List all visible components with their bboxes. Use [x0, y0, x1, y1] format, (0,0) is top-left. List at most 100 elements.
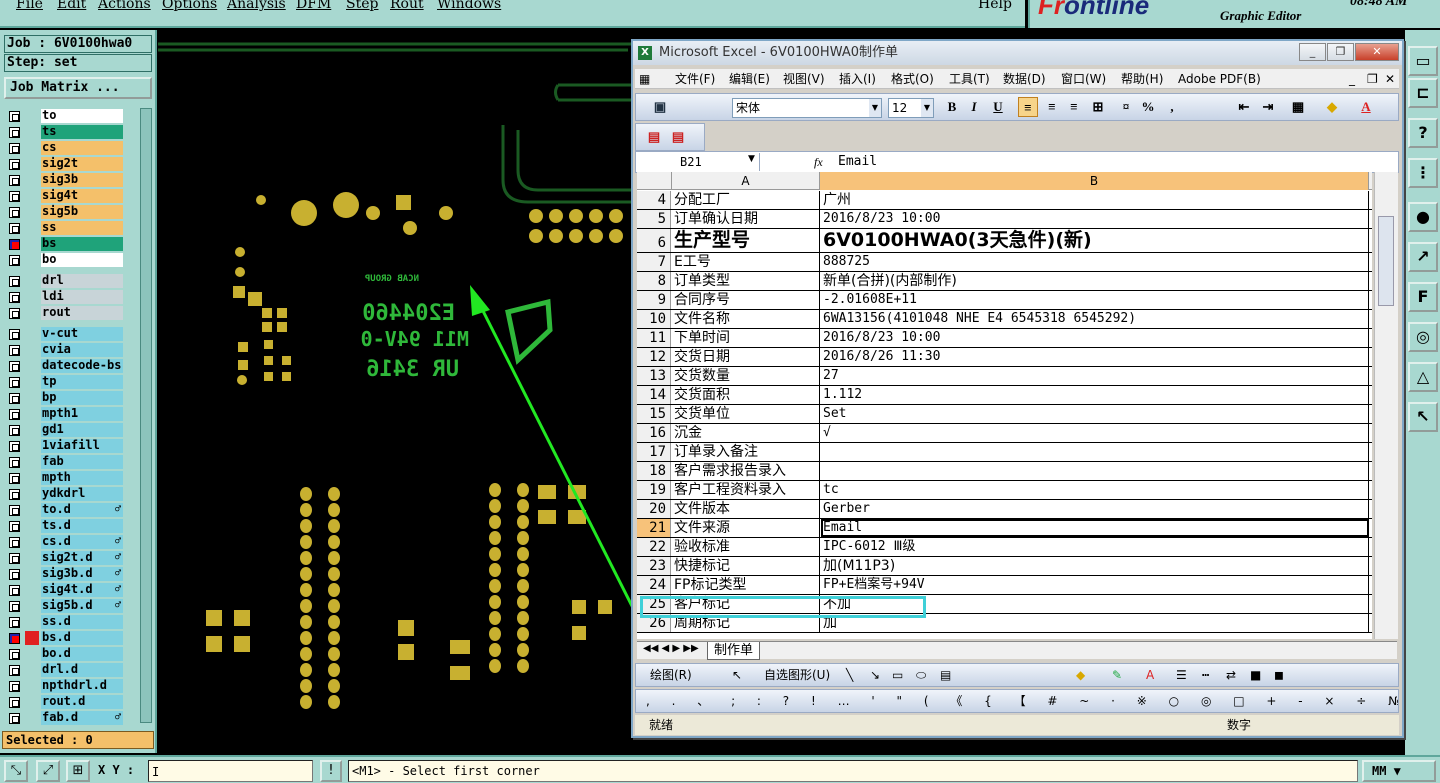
- row-number[interactable]: 18: [637, 462, 671, 480]
- vertical-scrollbar[interactable]: [1374, 172, 1398, 639]
- row-number[interactable]: 21: [637, 519, 671, 537]
- 3d-icon[interactable]: ◼: [1274, 664, 1284, 686]
- cell-a[interactable]: 验收标准: [672, 538, 820, 556]
- align-right-icon[interactable]: ≡: [1064, 97, 1084, 117]
- cell-b[interactable]: Email: [821, 519, 1369, 537]
- layer-checkbox[interactable]: [9, 521, 20, 532]
- layer-row[interactable]: ydkdrl: [5, 486, 125, 502]
- row-number[interactable]: 24: [637, 576, 671, 594]
- layer-checkbox[interactable]: [9, 713, 20, 724]
- layer-row[interactable]: bo.d: [5, 646, 125, 662]
- layer-row[interactable]: drl: [5, 273, 125, 289]
- layer-checkbox[interactable]: [9, 457, 20, 468]
- zoom-area-icon[interactable]: ⤢: [36, 760, 60, 782]
- layer-checkbox[interactable]: [9, 681, 20, 692]
- menu-analysis[interactable]: Analysis: [227, 0, 286, 12]
- row-number[interactable]: 17: [637, 443, 671, 461]
- restore-button[interactable]: ❐: [1327, 43, 1354, 61]
- indent-icon[interactable]: ⇤: [1234, 97, 1254, 117]
- cell-a[interactable]: 订单确认日期: [672, 210, 820, 228]
- text-color-icon[interactable]: A: [1146, 664, 1154, 686]
- cell-b[interactable]: Gerber: [821, 500, 1369, 518]
- size-select[interactable]: 12 ▼: [888, 98, 934, 118]
- excel-menu-data[interactable]: 数据(D): [1003, 69, 1046, 89]
- layer-row[interactable]: sig2t: [5, 156, 125, 172]
- layer-row[interactable]: rout.d: [5, 694, 125, 710]
- layer-list-scrollbar[interactable]: [140, 108, 152, 723]
- doc-restore-icon[interactable]: ❐: [1367, 69, 1378, 89]
- layer-checkbox[interactable]: [9, 585, 20, 596]
- fx-icon[interactable]: fx: [814, 153, 823, 171]
- scroll-thumb[interactable]: [1378, 216, 1394, 306]
- cell-a[interactable]: 订单录入备注: [672, 443, 820, 461]
- outdent-icon[interactable]: ⇥: [1258, 97, 1278, 117]
- cell-b[interactable]: FP+E档案号+94V: [821, 576, 1369, 594]
- excel-menu-view[interactable]: 视图(V): [783, 69, 825, 89]
- row-number[interactable]: 16: [637, 424, 671, 442]
- row-number[interactable]: 13: [637, 367, 671, 385]
- row-number[interactable]: 20: [637, 500, 671, 518]
- layer-checkbox[interactable]: [9, 377, 20, 388]
- layer-row[interactable]: ss: [5, 220, 125, 236]
- row-number[interactable]: 10: [637, 310, 671, 328]
- layer-row[interactable]: sig5b.d ♂: [5, 598, 125, 614]
- layer-checkbox[interactable]: [9, 633, 20, 644]
- cell-b[interactable]: 27: [821, 367, 1369, 385]
- layer-name[interactable]: drl: [41, 274, 123, 288]
- cell-a[interactable]: 文件名称: [672, 310, 820, 328]
- layer-name[interactable]: mpth: [41, 471, 123, 485]
- font-color-icon[interactable]: A: [1356, 97, 1376, 117]
- save-icon[interactable]: ▣: [650, 97, 670, 117]
- layer-row[interactable]: ts: [5, 124, 125, 140]
- layer-checkbox[interactable]: [9, 276, 20, 287]
- comma-icon[interactable]: ,: [1162, 97, 1182, 117]
- help-icon[interactable]: ?: [1408, 118, 1438, 148]
- layer-row[interactable]: npthdrl.d: [5, 678, 125, 694]
- layer-name[interactable]: mpth1: [41, 407, 123, 421]
- layer-name[interactable]: sig2t: [41, 157, 123, 171]
- layer-row[interactable]: rout: [5, 305, 125, 321]
- measure-icon[interactable]: ↗: [1408, 242, 1438, 272]
- name-box[interactable]: B21: [640, 153, 760, 171]
- close-button[interactable]: ✕: [1355, 43, 1399, 61]
- merge-icon[interactable]: ⊞: [1088, 97, 1108, 117]
- layer-name[interactable]: sig3b: [41, 173, 123, 187]
- cell-a[interactable]: 交货数量: [672, 367, 820, 385]
- doc-close-icon[interactable]: ✕: [1385, 69, 1395, 89]
- excel-menu-insert[interactable]: 插入(I): [839, 69, 876, 89]
- cell-b[interactable]: -2.01608E+11: [821, 291, 1369, 309]
- layer-checkbox[interactable]: [9, 239, 20, 250]
- layer-checkbox[interactable]: [9, 223, 20, 234]
- cell-a[interactable]: 合同序号: [672, 291, 820, 309]
- cell-a[interactable]: 客户工程资料录入: [672, 481, 820, 499]
- font-select[interactable]: 宋体 ▼: [732, 98, 882, 118]
- row-number[interactable]: 23: [637, 557, 671, 575]
- layer-row[interactable]: bo: [5, 252, 125, 268]
- rectangle-icon[interactable]: ▭: [892, 664, 903, 686]
- layer-row[interactable]: sig2t.d ♂: [5, 550, 125, 566]
- grid-icon[interactable]: ⊞: [66, 760, 90, 782]
- layer-name[interactable]: tp: [41, 375, 123, 389]
- excel-menu-format[interactable]: 格式(O): [891, 69, 934, 89]
- xy-input[interactable]: I: [148, 760, 313, 782]
- layer-checkbox[interactable]: [9, 159, 20, 170]
- formula-input[interactable]: Email: [838, 153, 877, 171]
- spreadsheet-grid[interactable]: A B 4 分配工厂 广州 5 订单确认日期 2016/8/23 10:00 6 生产型号 6V…: [637, 172, 1372, 639]
- cell-b[interactable]: [821, 462, 1369, 480]
- layer-name[interactable]: fab.d ♂: [41, 711, 123, 725]
- layer-row[interactable]: ldi: [5, 289, 125, 305]
- layer-checkbox[interactable]: [9, 697, 20, 708]
- cell-b[interactable]: 新单(合拼)(内部制作): [821, 272, 1369, 290]
- layer-checkbox[interactable]: [9, 409, 20, 420]
- layer-row[interactable]: sig3b: [5, 172, 125, 188]
- bold-button[interactable]: B: [942, 97, 962, 117]
- units-select[interactable]: MM ▼: [1362, 760, 1436, 782]
- layer-name[interactable]: drl.d: [41, 663, 123, 677]
- layer-checkbox[interactable]: [9, 425, 20, 436]
- underline-button[interactable]: U: [988, 97, 1008, 117]
- italic-button[interactable]: I: [964, 97, 984, 117]
- cell-b[interactable]: 888725: [821, 253, 1369, 271]
- layer-checkbox[interactable]: [9, 361, 20, 372]
- namebox-dropdown-icon[interactable]: ▼: [748, 154, 755, 164]
- arrow-icon[interactable]: ↘: [870, 664, 880, 686]
